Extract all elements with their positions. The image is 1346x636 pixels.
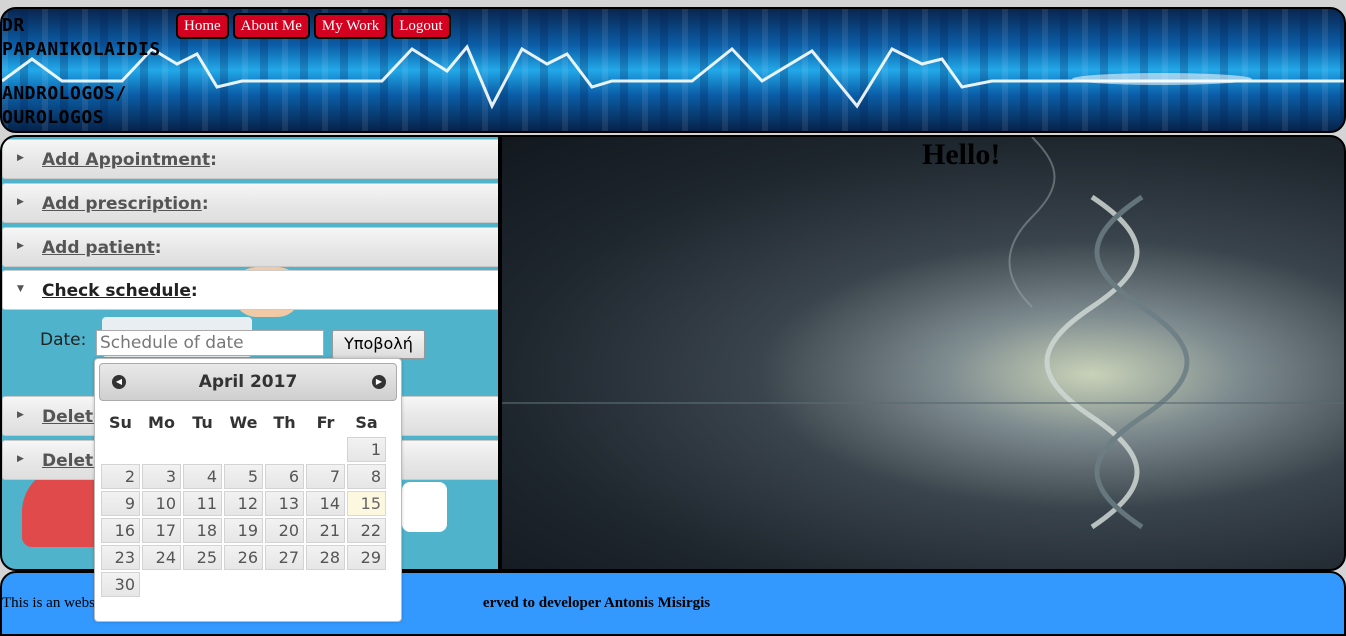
datepicker-popup[interactable]: ◀ April 2017 ▶ Su Mo Tu We Th Fr Sa 1234567891… bbox=[94, 358, 402, 622]
weekday-header: Mo bbox=[148, 412, 175, 432]
calendar-day[interactable]: 23 bbox=[101, 545, 140, 570]
circle-triangle-right-icon[interactable]: ▶ bbox=[372, 375, 386, 389]
calendar-day[interactable]: 26 bbox=[224, 545, 263, 570]
calendar-day[interactable]: 30 bbox=[101, 572, 140, 597]
submit-button[interactable]: Υποβολή bbox=[332, 330, 425, 359]
calendar-day[interactable]: 3 bbox=[142, 464, 181, 489]
datepicker-calendar: Su Mo Tu We Th Fr Sa 1 2 3 4 5 6 7 8 9 10 11 12 13 14 15 16 17… bbox=[99, 407, 388, 599]
calendar-day[interactable]: 27 bbox=[265, 545, 304, 570]
calendar-day[interactable]: 13 bbox=[265, 491, 304, 516]
calendar-day[interactable]: 18 bbox=[183, 518, 222, 543]
nav-logout-button[interactable]: Logout bbox=[391, 13, 451, 39]
calendar-day[interactable]: 11 bbox=[183, 491, 222, 516]
dna-banner bbox=[500, 135, 1346, 571]
calendar-day[interactable]: 7 bbox=[306, 464, 345, 489]
accordion-add-appointment[interactable]: ▶ Add Appointment: bbox=[2, 139, 498, 179]
medical-illustration bbox=[402, 482, 447, 532]
calendar-day[interactable]: 24 bbox=[142, 545, 181, 570]
accordion-add-prescription[interactable]: ▶ Add prescription: bbox=[2, 183, 498, 223]
calendar-week-row: 2345678 bbox=[101, 464, 386, 489]
calendar-week-row: 9 10 11 12 13 14 15 bbox=[101, 491, 386, 516]
calendar-day[interactable]: 12 bbox=[224, 491, 263, 516]
calendar-day[interactable]: 1 bbox=[347, 437, 386, 462]
calendar-day[interactable]: 16 bbox=[101, 518, 140, 543]
greeting-heading: Hello! bbox=[922, 138, 1001, 171]
site-title-specialty: ANDROLOGOS/ OUROLOGOS bbox=[2, 83, 127, 128]
calendar-day[interactable]: 6 bbox=[265, 464, 304, 489]
nav-mywork-button[interactable]: My Work bbox=[313, 13, 388, 39]
nav-home-button[interactable]: Home bbox=[176, 13, 229, 39]
triangle-right-icon: ▶ bbox=[17, 153, 24, 163]
calendar-day[interactable]: 21 bbox=[306, 518, 345, 543]
accordion-add-patient[interactable]: ▶ Add patient: bbox=[2, 227, 498, 267]
weekday-header: Su bbox=[109, 412, 132, 432]
calendar-day[interactable]: 8 bbox=[347, 464, 386, 489]
calendar-day[interactable]: 15 bbox=[347, 491, 386, 516]
calendar-day[interactable]: 17 bbox=[142, 518, 181, 543]
calendar-day[interactable]: 5 bbox=[224, 464, 263, 489]
triangle-right-icon: ▶ bbox=[17, 454, 24, 464]
calendar-day[interactable]: 22 bbox=[347, 518, 386, 543]
accordion-label: Add Appointment: bbox=[42, 150, 217, 170]
triangle-right-icon: ▶ bbox=[17, 410, 24, 420]
triangle-right-icon: ▶ bbox=[17, 197, 24, 207]
dna-helix-image bbox=[502, 137, 1344, 530]
calendar-week-row: 16 17 18 19 20 21 22 bbox=[101, 518, 386, 543]
triangle-right-icon: ▶ bbox=[17, 241, 24, 251]
accordion-check-schedule[interactable]: ▼ Check schedule: bbox=[2, 270, 498, 310]
accordion-label: Add patient: bbox=[42, 238, 162, 258]
site-title-name: DR PAPANIKOLAIDIS bbox=[2, 15, 161, 60]
weekday-header: Fr bbox=[316, 412, 335, 432]
schedule-date-input[interactable]: Schedule of date bbox=[96, 330, 324, 356]
site-title: DR PAPANIKOLAIDIS ANDROLOGOS/ OUROLOGOS bbox=[2, 14, 192, 130]
datepicker-header: ◀ April 2017 ▶ bbox=[99, 363, 397, 401]
calendar-week-row: 1 bbox=[101, 437, 386, 462]
calendar-day[interactable]: 9 bbox=[101, 491, 140, 516]
main-nav: Home About Me My Work Logout bbox=[176, 13, 451, 39]
accordion-label: Add prescription: bbox=[42, 194, 209, 214]
calendar-day[interactable]: 4 bbox=[183, 464, 222, 489]
accordion-label: Check schedule: bbox=[42, 281, 198, 301]
calendar-day[interactable]: 10 bbox=[142, 491, 181, 516]
calendar-week-row: 30 bbox=[101, 572, 386, 597]
weekday-header: Sa bbox=[355, 412, 378, 432]
calendar-day[interactable]: 25 bbox=[183, 545, 222, 570]
site-header: DR PAPANIKOLAIDIS ANDROLOGOS/ OUROLOGOS … bbox=[0, 7, 1346, 133]
calendar-day[interactable]: 28 bbox=[306, 545, 345, 570]
calendar-day[interactable]: 14 bbox=[306, 491, 345, 516]
calendar-week-row: 23 24 25 26 27 28 29 bbox=[101, 545, 386, 570]
calendar-day[interactable]: 2 bbox=[101, 464, 140, 489]
weekday-header: Tu bbox=[192, 412, 213, 432]
weekday-header: Th bbox=[273, 412, 296, 432]
calendar-day[interactable]: 20 bbox=[265, 518, 304, 543]
calendar-day[interactable]: 29 bbox=[347, 545, 386, 570]
datepicker-month-title: April 2017 bbox=[198, 372, 298, 392]
calendar-day[interactable]: 19 bbox=[224, 518, 263, 543]
weekday-header: We bbox=[229, 412, 258, 432]
date-label: Date: bbox=[40, 330, 87, 350]
triangle-down-icon: ▼ bbox=[17, 284, 24, 294]
nav-about-button[interactable]: About Me bbox=[232, 13, 310, 39]
